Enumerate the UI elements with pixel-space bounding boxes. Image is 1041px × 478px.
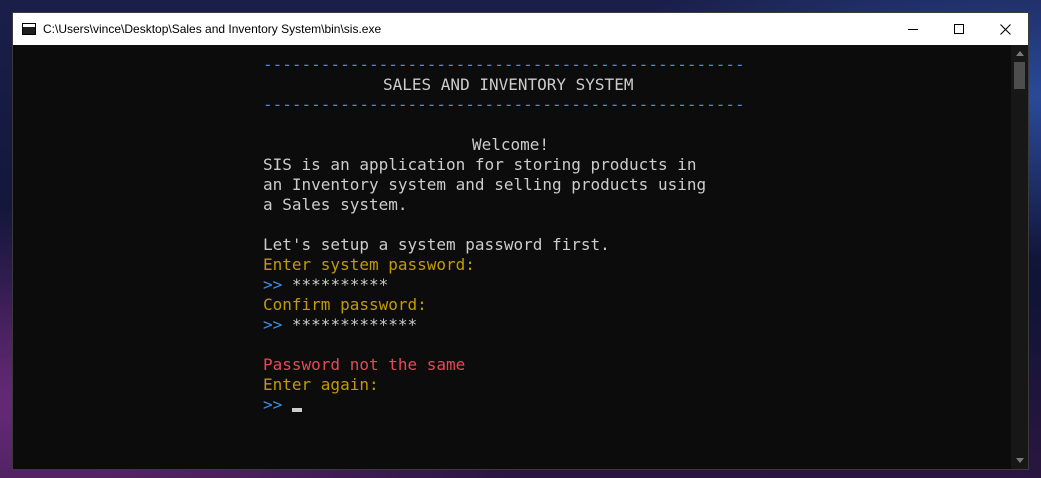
minimize-icon <box>908 29 918 30</box>
intro-line-1: SIS is an application for storing produc… <box>263 155 697 174</box>
scroll-thumb[interactable] <box>1014 62 1025 89</box>
minimize-button[interactable] <box>890 13 936 45</box>
maximize-button[interactable] <box>936 13 982 45</box>
intro-line-2: an Inventory system and selling products… <box>263 175 707 194</box>
title-bar[interactable]: C:\Users\vince\Desktop\Sales and Invento… <box>13 13 1028 45</box>
prompt-symbol: >> <box>263 395 283 414</box>
intro-line-3: a Sales system. <box>263 195 408 214</box>
divider-top: ----------------------------------------… <box>263 55 745 74</box>
welcome-text: Welcome! <box>472 135 550 154</box>
console-window[interactable]: C:\Users\vince\Desktop\Sales and Invento… <box>12 12 1029 470</box>
console-output[interactable]: ----------------------------------------… <box>13 45 1011 469</box>
console-icon[interactable] <box>22 23 36 35</box>
input-line[interactable]: >> <box>263 395 302 415</box>
text-cursor <box>291 408 302 412</box>
chevron-down-icon <box>1015 458 1024 463</box>
enter-again-prompt: Enter again: <box>263 375 379 394</box>
divider-bottom: ----------------------------------------… <box>263 95 745 114</box>
masked-password-1: ********** <box>291 275 389 294</box>
close-button[interactable] <box>982 13 1028 45</box>
scroll-down-button[interactable] <box>1011 452 1028 469</box>
window-title: C:\Users\vince\Desktop\Sales and Invento… <box>43 22 382 36</box>
vertical-scrollbar[interactable] <box>1011 45 1028 469</box>
prompt-symbol: >> <box>263 315 283 334</box>
setup-text: Let's setup a system password first. <box>263 235 610 254</box>
password-entry-2: >> ************* <box>263 315 417 335</box>
scroll-up-button[interactable] <box>1011 45 1028 62</box>
confirm-password-prompt: Confirm password: <box>263 295 427 314</box>
close-icon <box>999 23 1011 35</box>
maximize-icon <box>954 24 964 34</box>
prompt-symbol: >> <box>263 275 283 294</box>
app-header: SALES AND INVENTORY SYSTEM <box>383 75 634 94</box>
masked-password-2: ************* <box>291 315 418 334</box>
error-message: Password not the same <box>263 355 466 374</box>
enter-password-prompt: Enter system password: <box>263 255 475 274</box>
password-entry-1: >> ********** <box>263 275 388 295</box>
chevron-up-icon <box>1015 51 1024 56</box>
